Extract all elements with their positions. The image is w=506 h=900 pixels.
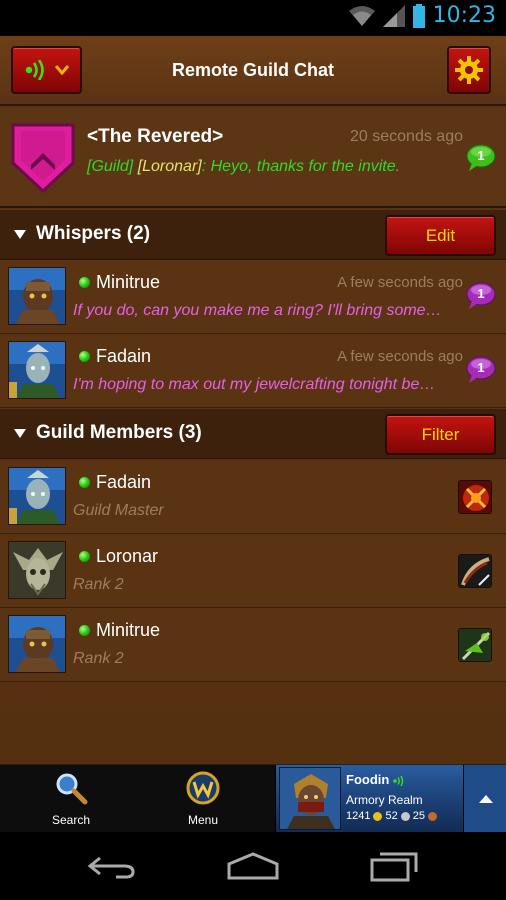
- app-content: Remote Guild Chat <The Revered> 20 secon…: [0, 36, 506, 764]
- gold-amount: 1241: [346, 810, 371, 822]
- battery-icon: [412, 3, 425, 28]
- search-label: Search: [51, 813, 91, 827]
- clock: 10:23: [432, 3, 496, 28]
- member-row[interactable]: Loronar Rank 2: [0, 534, 506, 608]
- character-money: 1241 52 25: [346, 810, 437, 822]
- hunter-icon: [458, 628, 492, 662]
- wow-logo-icon: [186, 771, 220, 805]
- unread-count: 1: [477, 148, 485, 163]
- member-rank: Rank 2: [73, 650, 124, 667]
- member-rank: Rank 2: [73, 576, 124, 593]
- online-status-icon: [79, 625, 90, 636]
- whisper-message: I'm hoping to max out my jewelcrafting t…: [73, 376, 436, 393]
- warrior-icon: [458, 480, 492, 514]
- member-name: Fadain: [96, 472, 152, 492]
- member-row[interactable]: Minitrue Rank 2: [0, 608, 506, 682]
- page-title: Remote Guild Chat: [171, 60, 334, 80]
- guild-last-message: [Guild] [Loronar]: Heyo, thanks for the …: [87, 158, 400, 176]
- cell-signal-icon: [382, 4, 405, 27]
- member-name: Minitrue: [96, 620, 161, 640]
- status-bar: 10:23: [0, 0, 506, 36]
- chevron-up-icon: [479, 795, 493, 803]
- search-icon: [56, 773, 88, 805]
- avatar: [8, 267, 66, 325]
- wifi-icon: [348, 5, 375, 26]
- unread-badge-icon: 1: [466, 356, 496, 384]
- silver-coin-icon: [400, 811, 410, 821]
- signal-icon: [393, 775, 404, 786]
- filter-button[interactable]: Filter: [385, 414, 496, 455]
- character-name-text: Foodin: [346, 772, 390, 787]
- recent-apps-icon[interactable]: [370, 850, 420, 882]
- character-name: Foodin: [346, 772, 404, 787]
- character-realm: Armory Realm: [346, 793, 423, 807]
- whisper-time: A few seconds ago: [337, 274, 463, 291]
- back-icon[interactable]: [86, 852, 136, 880]
- whispers-section-header[interactable]: Whispers (2) Edit: [0, 210, 506, 260]
- whisper-sender: Fadain: [96, 346, 152, 366]
- bottom-navigation-bar: Search Menu Foodin Armory Realm 1241 52 …: [0, 764, 506, 833]
- online-status-icon: [79, 477, 90, 488]
- sender-name: [Loronar]: [137, 158, 202, 175]
- channel-label: [Guild]: [87, 158, 138, 175]
- guild-chat-card[interactable]: <The Revered> 20 seconds ago [Guild] [Lo…: [0, 108, 506, 208]
- rogue-icon: [458, 554, 492, 588]
- member-rank: Guild Master: [73, 502, 164, 519]
- online-status-icon: [79, 351, 90, 362]
- guild-members-title: Guild Members (3): [36, 422, 202, 443]
- menu-label: Menu: [187, 813, 219, 827]
- home-icon[interactable]: [227, 852, 279, 880]
- whisper-row[interactable]: Fadain A few seconds ago I'm hoping to m…: [0, 334, 506, 408]
- character-portrait: [279, 767, 341, 830]
- copper-coin-icon: [427, 811, 437, 821]
- copper-amount: 25: [412, 810, 425, 822]
- member-row[interactable]: Fadain Guild Master: [0, 460, 506, 534]
- online-status-icon: [79, 551, 90, 562]
- expand-panel-button[interactable]: [463, 765, 506, 833]
- settings-button[interactable]: [447, 46, 491, 94]
- whisper-time: A few seconds ago: [337, 348, 463, 365]
- guild-message-time: 20 seconds ago: [350, 128, 463, 145]
- whispers-title: Whispers (2): [36, 223, 151, 244]
- whisper-sender: Minitrue: [96, 272, 161, 292]
- silver-amount: 52: [385, 810, 398, 822]
- menu-nav-button[interactable]: Menu: [136, 765, 270, 833]
- active-character-panel[interactable]: Foodin Armory Realm 1241 52 25: [275, 765, 463, 833]
- unread-count: 1: [477, 360, 485, 375]
- collapse-triangle-icon: [14, 230, 26, 239]
- action-bar: Remote Guild Chat: [0, 36, 506, 106]
- search-nav-button[interactable]: Search: [4, 765, 138, 833]
- member-name: Loronar: [96, 546, 159, 566]
- whisper-message: If you do, can you make me a ring? I'll …: [73, 302, 442, 319]
- guild-crest-icon: [11, 123, 75, 193]
- collapse-triangle-icon: [14, 429, 26, 438]
- online-status-icon: [79, 277, 90, 288]
- system-navigation-bar: [0, 832, 506, 900]
- gold-coin-icon: [373, 811, 383, 821]
- whisper-row[interactable]: Minitrue A few seconds ago If you do, ca…: [0, 260, 506, 334]
- gear-icon: [455, 56, 483, 84]
- avatar: [8, 467, 66, 525]
- guild-members-section-header[interactable]: Guild Members (3) Filter: [0, 409, 506, 459]
- unread-badge-icon: 1: [466, 144, 496, 172]
- avatar: [8, 341, 66, 399]
- avatar: [8, 541, 66, 599]
- guild-name: <The Revered>: [87, 126, 224, 147]
- unread-badge-icon: 1: [466, 282, 496, 310]
- unread-count: 1: [477, 286, 485, 301]
- edit-button[interactable]: Edit: [385, 215, 496, 256]
- avatar: [8, 615, 66, 673]
- message-text: : Heyo, thanks for the invite.: [201, 158, 401, 175]
